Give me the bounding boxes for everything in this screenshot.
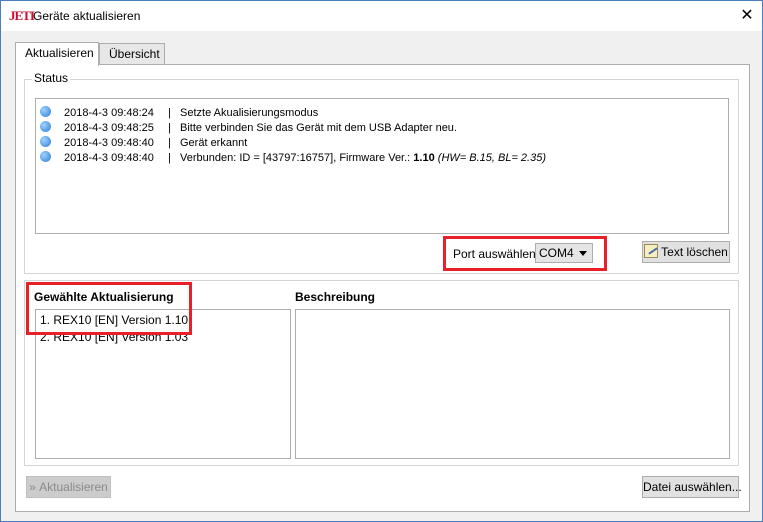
selected-update-highlight-frame [26,282,192,335]
tab-uebersicht[interactable]: Übersicht [99,43,165,65]
choose-file-button[interactable]: Datei auswählen... [642,476,742,498]
info-icon [40,105,51,117]
log-separator: | [168,151,171,164]
port-highlight-frame: Port auswählen: COM4 [443,236,607,271]
firmware-version: 1.10 [413,151,435,164]
log-message: Setzte Akualisierungsmodus [180,106,319,119]
status-log[interactable]: 2018-4-3 09:48:24 | Setzte Akualisierung… [35,98,729,234]
update-window: JETI Geräte aktualisieren ✕ Aktualisiere… [0,0,763,522]
description-box [295,309,730,459]
update-button-label: Aktualisieren [39,480,108,494]
log-line: 2018-4-3 09:48:24 | Setzte Akualisierung… [40,105,318,120]
clear-text-label: Text löschen [661,245,728,259]
status-group: Status 2018-4-3 09:48:24 | Setzte Akuali… [24,71,739,274]
hardware-info: (HW= B.15, BL= 2.35) [437,151,546,164]
log-time: 2018-4-3 09:48:25 [64,121,154,134]
log-message: Verbunden: ID = [43797:16757], Firmware … [180,152,546,164]
jeti-logo-icon: JETI [9,8,35,23]
tab-aktualisieren[interactable]: Aktualisieren [15,42,99,66]
log-message: Gerät erkannt [180,136,248,149]
log-separator: | [168,136,171,149]
pencil-icon [644,244,659,258]
update-button[interactable]: » Aktualisieren [26,476,111,498]
log-time: 2018-4-3 09:48:40 [64,136,154,149]
log-line: 2018-4-3 09:48:25 | Bitte verbinden Sie … [40,120,457,135]
info-icon [40,120,51,132]
chevron-down-icon [579,251,587,256]
info-icon [40,150,51,162]
clear-text-button[interactable]: Text löschen [642,241,730,263]
port-value: COM4 [539,246,574,260]
info-icon [40,135,51,147]
window-title: Geräte aktualisieren [33,9,141,23]
tab-panel: Status 2018-4-3 09:48:24 | Setzte Akuali… [15,64,750,512]
port-select[interactable]: COM4 [535,243,593,263]
log-time: 2018-4-3 09:48:24 [64,106,154,119]
title-bar: JETI Geräte aktualisieren ✕ [1,1,762,31]
log-line: 2018-4-3 09:48:40 | Verbunden: ID = [437… [40,150,546,165]
double-chevron-right-icon: » [29,480,36,494]
log-separator: | [168,106,171,119]
status-group-label: Status [32,71,71,85]
log-message: Bitte verbinden Sie das Gerät mit dem US… [180,121,457,134]
close-icon[interactable]: ✕ [732,1,762,31]
port-label: Port auswählen: [453,247,540,261]
log-separator: | [168,121,171,134]
description-heading: Beschreibung [295,290,376,304]
log-time: 2018-4-3 09:48:40 [64,151,154,164]
update-group: Gewählte Aktualisierung Beschreibung 1. … [24,280,739,466]
log-line: 2018-4-3 09:48:40 | Gerät erkannt [40,135,247,150]
log-message-text: Verbunden: ID = [43797:16757], Firmware … [180,151,414,164]
